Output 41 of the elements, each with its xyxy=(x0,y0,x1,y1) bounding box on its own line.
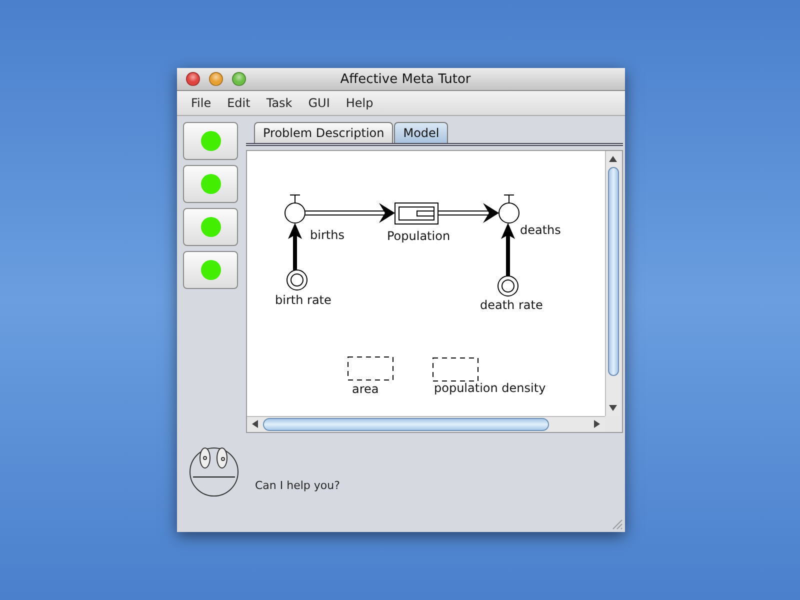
placeholder-node-box[interactable] xyxy=(348,356,394,380)
flow-valve-icon[interactable] xyxy=(498,194,520,224)
scroll-up-icon[interactable] xyxy=(609,155,617,163)
node-label: population density xyxy=(434,381,546,395)
node-label: Population xyxy=(387,229,450,243)
stock-box-icon[interactable] xyxy=(394,202,438,224)
window-control-icon[interactable] xyxy=(232,72,246,86)
tab[interactable]: Problem Description xyxy=(254,122,394,143)
constant-circle-icon[interactable] xyxy=(286,270,308,290)
node-label: area xyxy=(352,382,379,396)
connector-arrow xyxy=(288,223,302,270)
status-button[interactable] xyxy=(183,165,238,203)
window-title: Affective Meta Tutor xyxy=(340,72,472,86)
tab[interactable]: Model xyxy=(394,122,448,143)
scroll-left-icon[interactable] xyxy=(251,420,259,428)
flow-pipe-arrow xyxy=(438,203,499,223)
window-control-icon[interactable] xyxy=(186,72,200,86)
node-label: births xyxy=(310,228,344,242)
status-button[interactable] xyxy=(183,251,238,289)
node-label: death rate xyxy=(480,298,543,312)
scroll-right-icon[interactable] xyxy=(593,420,601,428)
menu-item[interactable]: Task xyxy=(258,96,300,110)
menu-item[interactable]: File xyxy=(183,96,220,110)
menu-item[interactable]: Help xyxy=(338,96,382,110)
placeholder-node-box[interactable] xyxy=(432,358,478,382)
model-canvas[interactable]: births Population deaths birth rate death rate area population density xyxy=(247,151,605,416)
connector-arrow xyxy=(501,223,515,276)
window-control-icon[interactable] xyxy=(209,72,223,86)
resize-grip-icon[interactable] xyxy=(611,518,623,530)
status-button[interactable] xyxy=(183,208,238,246)
tutor-message: Can I help you? xyxy=(255,479,340,492)
vertical-scrollbar[interactable] xyxy=(605,151,620,416)
scroll-down-icon[interactable] xyxy=(609,404,617,412)
menu-item[interactable]: Edit xyxy=(219,96,258,110)
menu-item[interactable]: GUI xyxy=(300,96,338,110)
node-label: birth rate xyxy=(275,293,332,307)
constant-circle-icon[interactable] xyxy=(498,276,518,296)
status-button[interactable] xyxy=(183,122,238,160)
node-label: deaths xyxy=(520,223,561,237)
flow-valve-icon[interactable] xyxy=(284,194,306,224)
horizontal-scrollbar[interactable] xyxy=(247,416,605,432)
